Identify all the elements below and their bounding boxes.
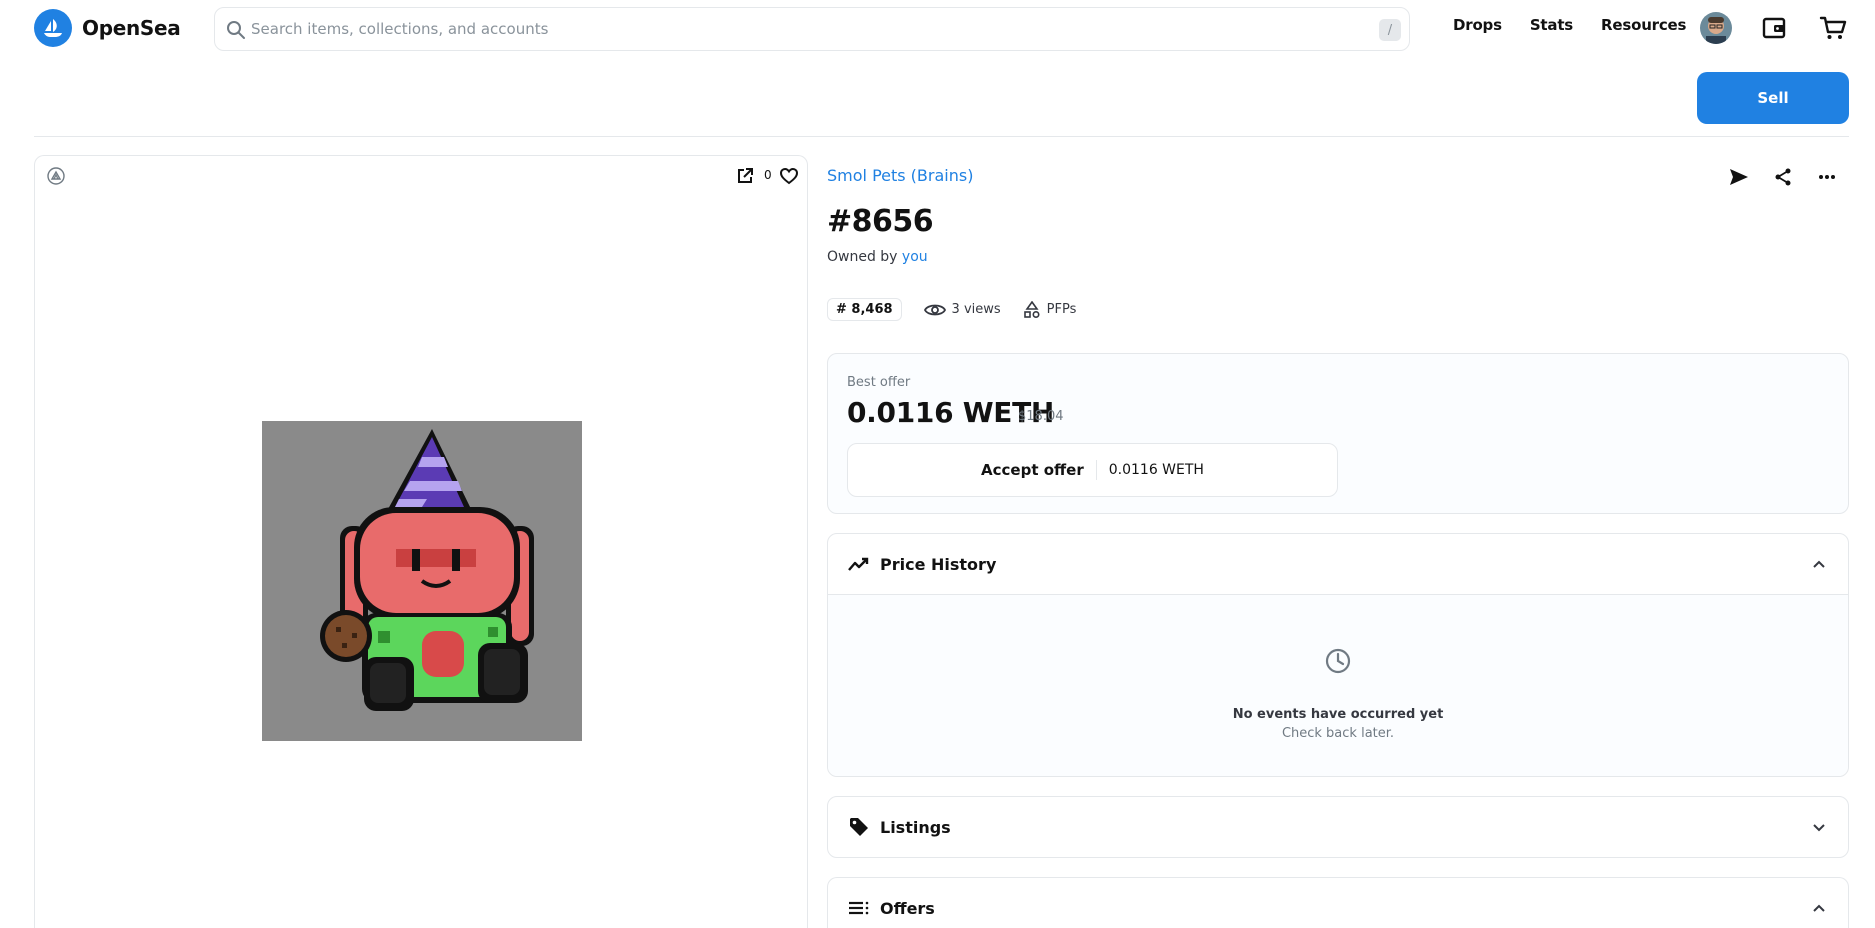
tag-icon (848, 816, 870, 838)
item-media-panel: 0 (34, 155, 808, 928)
owned-by: Owned by you (827, 249, 928, 265)
nft-image[interactable] (262, 421, 582, 741)
more-options-button[interactable] (1814, 164, 1840, 190)
accept-offer-amount: 0.0116 WETH (1108, 462, 1204, 478)
accept-offer-button[interactable]: Accept offer 0.0116 WETH (847, 443, 1338, 497)
accept-offer-label: Accept offer (981, 461, 1084, 479)
more-icon (1819, 175, 1835, 179)
listings-section: Listings (827, 796, 1849, 858)
opensea-logo[interactable]: OpenSea (34, 9, 181, 47)
user-avatar[interactable] (1700, 12, 1732, 44)
wallet-icon[interactable] (1760, 14, 1788, 42)
top-nav-bar: OpenSea / Drops Stats Resources (0, 0, 1875, 56)
search-icon (227, 21, 245, 39)
shapes-icon (1023, 300, 1040, 318)
owned-by-label: Owned by (827, 249, 898, 265)
share-button[interactable] (1770, 164, 1796, 190)
nav-stats[interactable]: Stats (1530, 16, 1573, 34)
price-history-body: No events have occurred yet Check back l… (828, 594, 1848, 776)
category-text: PFPs (1046, 302, 1077, 317)
item-meta-row: # 8,468 3 views PFPs (827, 298, 1076, 321)
price-history-title: Price History (880, 554, 997, 574)
rank-badge[interactable]: # 8,468 (827, 298, 902, 321)
chevron-down-icon[interactable] (1810, 818, 1828, 836)
item-title: #8656 (827, 204, 934, 239)
chain-icon (47, 167, 65, 185)
views-count: 3 views (923, 302, 1001, 318)
list-icon (848, 897, 870, 919)
best-offer-usd: $18.04 (1018, 409, 1064, 424)
transfer-button[interactable] (1726, 164, 1752, 190)
send-icon (1730, 169, 1748, 185)
chevron-up-icon[interactable] (1810, 899, 1828, 917)
accept-offer-separator (1095, 460, 1097, 480)
offers-header[interactable]: Offers (828, 878, 1848, 928)
views-text: 3 views (951, 302, 1001, 317)
item-actions (1726, 164, 1840, 190)
offers-title: Offers (880, 898, 935, 918)
nav-drops[interactable]: Drops (1453, 16, 1502, 34)
main-nav: Drops Stats Resources (1453, 16, 1686, 34)
eye-icon (923, 304, 946, 315)
nav-resources[interactable]: Resources (1601, 16, 1686, 34)
brand-name: OpenSea (82, 16, 181, 40)
chevron-up-icon[interactable] (1810, 555, 1828, 573)
collection-link[interactable]: Smol Pets (Brains) (827, 166, 973, 185)
best-offer-label: Best offer (847, 375, 911, 390)
empty-state-title: No events have occurred yet (1232, 707, 1444, 722)
listings-header[interactable]: Listings (828, 797, 1848, 857)
search-shortcut-key: / (1379, 19, 1401, 41)
opensea-logo-icon (34, 9, 72, 47)
listings-title: Listings (880, 817, 951, 837)
clock-icon (1325, 648, 1351, 674)
sell-button[interactable]: Sell (1697, 72, 1849, 124)
favorite-count: 0 (764, 168, 772, 182)
cart-icon[interactable] (1818, 13, 1848, 43)
search-input[interactable] (245, 8, 1355, 50)
category-link[interactable]: PFPs (1023, 300, 1077, 319)
owner-link[interactable]: you (902, 249, 928, 265)
price-history-section: Price History No events have occurred ye… (827, 533, 1849, 777)
header-divider (34, 136, 1849, 137)
price-history-header[interactable]: Price History (828, 534, 1848, 594)
empty-state-subtitle: Check back later. (1281, 726, 1395, 741)
best-offer-card: Best offer 0.0116 WETH $18.04 Accept off… (827, 353, 1849, 514)
trend-icon (848, 553, 870, 575)
search-bar[interactable]: / (214, 7, 1410, 51)
share-icon (1775, 168, 1791, 186)
heart-icon[interactable] (779, 166, 799, 186)
offers-section: Offers (827, 877, 1849, 928)
open-in-new-icon[interactable] (736, 167, 754, 185)
